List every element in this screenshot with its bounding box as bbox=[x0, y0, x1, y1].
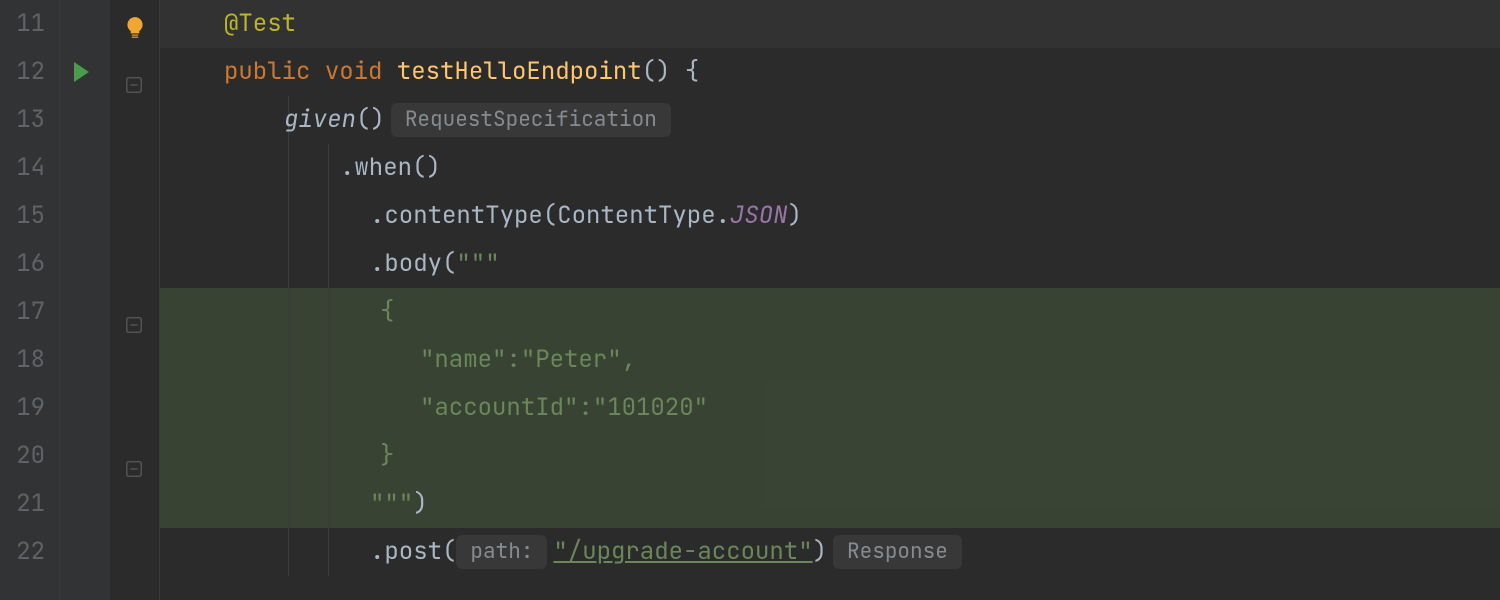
code-text: .post( bbox=[370, 528, 456, 576]
code-line[interactable]: .post( path: "/upgrade-account") Respons… bbox=[160, 528, 1500, 576]
code-text: .body( bbox=[370, 240, 456, 288]
keyword: public bbox=[224, 48, 310, 96]
json-key: "accountId" bbox=[420, 384, 578, 432]
line-number[interactable]: 20 bbox=[0, 432, 45, 480]
inlay-hint: Response bbox=[833, 535, 962, 569]
inlay-hint: RequestSpecification bbox=[391, 103, 671, 137]
line-number[interactable]: 11 bbox=[0, 0, 45, 48]
code-text: .contentType(ContentType. bbox=[370, 192, 730, 240]
line-number[interactable]: 17 bbox=[0, 288, 45, 336]
line-number[interactable]: 18 bbox=[0, 336, 45, 384]
annotation: @Test bbox=[224, 0, 296, 48]
code-line[interactable]: "accountId": "101020" bbox=[160, 384, 1500, 432]
method-name: testHelloEndpoint bbox=[397, 48, 642, 96]
code-line[interactable]: @Test bbox=[160, 0, 1500, 48]
line-number[interactable]: 21 bbox=[0, 480, 45, 528]
line-number[interactable]: 15 bbox=[0, 192, 45, 240]
code-line[interactable]: { bbox=[160, 288, 1500, 336]
json-value: "Peter" bbox=[521, 336, 622, 384]
code-text: () { bbox=[642, 48, 700, 96]
method-call: given bbox=[284, 96, 356, 144]
line-number[interactable]: 16 bbox=[0, 240, 45, 288]
inlay-hint: path: bbox=[456, 535, 547, 569]
constant: JSON bbox=[730, 192, 788, 240]
code-line[interactable]: } bbox=[160, 432, 1500, 480]
string-literal: } bbox=[380, 432, 394, 480]
code-text: ) bbox=[788, 192, 802, 240]
code-line[interactable]: given () RequestSpecification bbox=[160, 96, 1500, 144]
code-line[interactable]: .body(""" bbox=[160, 240, 1500, 288]
string-literal: { bbox=[380, 288, 394, 336]
code-area[interactable]: @Test public void testHelloEndpoint () {… bbox=[160, 0, 1500, 600]
code-editor[interactable]: 11 12 13 14 15 16 17 18 19 20 21 22 bbox=[0, 0, 1500, 600]
code-line[interactable]: .contentType(ContentType.JSON) bbox=[160, 192, 1500, 240]
string-literal: "/upgrade-account" bbox=[553, 528, 812, 576]
string-literal: """ bbox=[370, 480, 413, 528]
fold-close-icon[interactable] bbox=[125, 447, 143, 465]
code-text: () bbox=[356, 96, 385, 144]
json-key: "name" bbox=[420, 336, 506, 384]
method-call: .when() bbox=[340, 144, 441, 192]
line-number[interactable]: 22 bbox=[0, 528, 45, 576]
keyword: void bbox=[325, 48, 383, 96]
code-line[interactable]: "name": "Peter", bbox=[160, 336, 1500, 384]
lightbulb-icon[interactable] bbox=[122, 10, 148, 58]
string-literal: """ bbox=[456, 240, 499, 288]
line-number[interactable]: 14 bbox=[0, 144, 45, 192]
line-number-gutter[interactable]: 11 12 13 14 15 16 17 18 19 20 21 22 bbox=[0, 0, 60, 600]
line-number[interactable]: 12 bbox=[0, 48, 45, 96]
fold-toggle-icon[interactable] bbox=[125, 303, 143, 321]
line-number[interactable]: 19 bbox=[0, 384, 45, 432]
code-line[interactable]: public void testHelloEndpoint () { bbox=[160, 48, 1500, 96]
fold-toggle-icon[interactable] bbox=[125, 63, 143, 81]
fold-gutter bbox=[110, 0, 160, 600]
code-line[interactable]: """) bbox=[160, 480, 1500, 528]
run-test-icon[interactable] bbox=[74, 62, 89, 82]
line-number[interactable]: 13 bbox=[0, 96, 45, 144]
run-icon-gutter bbox=[60, 0, 110, 600]
code-line[interactable]: .when() bbox=[160, 144, 1500, 192]
json-value: "101020" bbox=[593, 384, 708, 432]
code-text: ) bbox=[813, 528, 827, 576]
